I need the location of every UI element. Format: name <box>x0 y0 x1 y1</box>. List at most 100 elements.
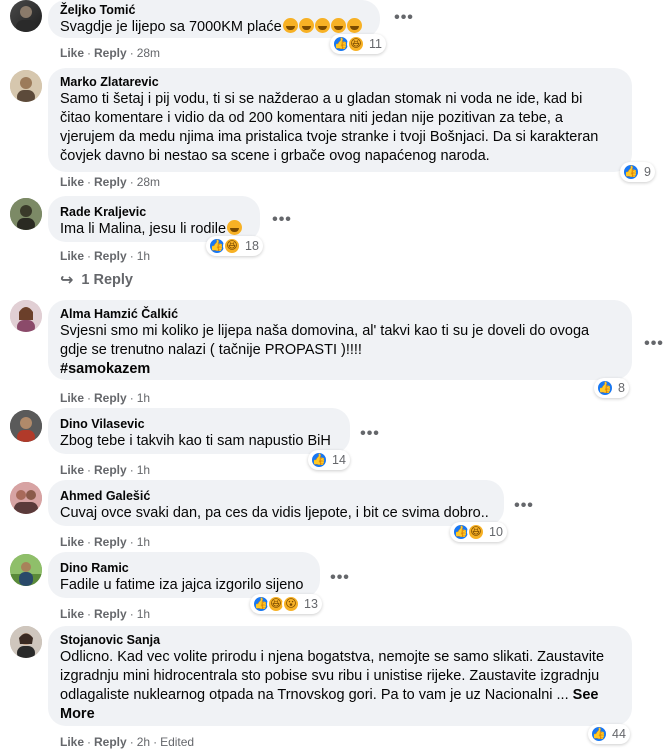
grin-sweat-emoji-icon <box>227 220 243 235</box>
avatar[interactable] <box>10 410 42 442</box>
more-options-icon[interactable]: ••• <box>326 568 354 588</box>
reaction-summary[interactable]: 👍 8 <box>594 378 629 398</box>
reply-link[interactable]: Reply <box>94 175 127 189</box>
like-link[interactable]: Like <box>60 607 84 621</box>
comment-bubble: Dino Vilasevic Zbog tebe i takvih kao ti… <box>48 408 350 454</box>
rofl-emoji-icon <box>314 18 330 33</box>
comment-author[interactable]: Dino Ramic <box>60 560 308 576</box>
hashtag-link[interactable]: #samokazem <box>60 360 620 379</box>
separator: · <box>87 46 92 60</box>
reaction-count: 10 <box>489 525 503 539</box>
avatar[interactable] <box>10 554 42 586</box>
like-link[interactable]: Like <box>60 175 84 189</box>
like-reaction-icon: 👍 <box>622 163 640 181</box>
separator: · <box>87 535 92 549</box>
more-options-icon[interactable]: ••• <box>390 8 418 28</box>
separator: · <box>129 535 134 549</box>
comment-author[interactable]: Alma Hamzić Čalkić <box>60 306 620 322</box>
reply-link[interactable]: Reply <box>94 535 127 549</box>
comment-text: Svagdje je lijepo sa 7000KM plaće <box>60 18 368 37</box>
comment-text-line: vjerujem da medu njima ima pristalica tv… <box>60 129 599 145</box>
more-options-icon[interactable]: ••• <box>640 334 664 354</box>
comment-bubble: Alma Hamzić Čalkić Svjesni smo mi koliko… <box>48 300 632 380</box>
comment-author[interactable]: Ahmed Galešić <box>60 488 492 504</box>
like-link[interactable]: Like <box>60 391 84 405</box>
more-options-icon[interactable]: ••• <box>356 424 384 444</box>
comment-time[interactable]: 2h <box>137 735 150 749</box>
reply-link[interactable]: Reply <box>94 391 127 405</box>
comment-time[interactable]: 1h <box>137 463 150 477</box>
comment-text-body: odlagaliste nuklearnog otpada na Trnovsk… <box>60 687 569 703</box>
comment-text-line: gdje se trenutno nalazi ( tačnije PROPAS… <box>60 342 362 358</box>
more-options-icon[interactable]: ••• <box>268 210 296 230</box>
avatar-image <box>16 6 36 32</box>
comment-author[interactable]: Stojanovic Sanja <box>60 632 620 648</box>
view-replies-label: 1 Reply <box>81 272 133 288</box>
reply-link[interactable]: Reply <box>94 46 127 60</box>
like-link[interactable]: Like <box>60 46 84 60</box>
comment-actions: Like · Reply · 1h <box>60 534 150 550</box>
reply-link[interactable]: Reply <box>94 735 127 749</box>
reaction-summary[interactable]: 👍 44 <box>588 724 630 744</box>
comment-time[interactable]: 1h <box>137 607 150 621</box>
comment-bubble: Stojanovic Sanja Odlicno. Kad vec volite… <box>48 626 632 726</box>
reaction-summary[interactable]: 👍 😆 11 <box>330 34 386 54</box>
reaction-summary[interactable]: 👍 😆 18 <box>206 236 263 256</box>
comment-time[interactable]: 1h <box>137 249 150 263</box>
comment-time[interactable]: 28m <box>137 175 160 189</box>
separator: · <box>129 46 134 60</box>
comment-actions: Like · Reply · 28m <box>60 174 160 190</box>
like-reaction-icon: 👍 <box>310 451 328 469</box>
reaction-summary[interactable]: 👍 😆 10 <box>450 522 507 542</box>
like-link[interactable]: Like <box>60 735 84 749</box>
comment-author[interactable]: Željko Tomić <box>60 2 368 18</box>
comment-author[interactable]: Dino Vilasevic <box>60 416 338 432</box>
separator: · <box>87 735 92 749</box>
comment-author[interactable]: Marko Zlatarevic <box>60 74 620 90</box>
comment-actions: Like · Reply · 28m <box>60 45 160 61</box>
avatar[interactable] <box>10 198 42 230</box>
rofl-emoji-icon <box>298 18 314 33</box>
reply-link[interactable]: Reply <box>94 249 127 263</box>
reaction-count: 18 <box>245 239 259 253</box>
like-link[interactable]: Like <box>60 535 84 549</box>
rofl-emoji-icon <box>346 18 362 33</box>
comment-text-line: Odlicno. Kad vec volite prirodu i njena … <box>60 649 605 665</box>
reaction-summary[interactable]: 👍 9 <box>620 162 655 182</box>
comment-text-body: Ima li Malina, jesu li rodile <box>60 221 227 237</box>
avatar[interactable] <box>10 300 42 332</box>
avatar-image <box>10 410 42 442</box>
haha-reaction-icon: 😆 <box>347 35 365 53</box>
reply-link[interactable]: Reply <box>94 463 127 477</box>
haha-reaction-icon: 😆 <box>223 237 241 255</box>
view-replies-link[interactable]: ↪ 1 Reply <box>60 270 133 290</box>
comment-author[interactable]: Rade Kraljevic <box>60 204 248 220</box>
avatar[interactable] <box>10 626 42 658</box>
comment-actions: Like · Reply · 1h <box>60 462 150 478</box>
comment-time[interactable]: 1h <box>137 391 150 405</box>
separator: · <box>87 175 92 189</box>
comment-text: Cuvaj ovce svaki dan, pa ces da vidis lj… <box>60 505 489 521</box>
separator: · <box>129 175 134 189</box>
reaction-summary[interactable]: 👍 14 <box>308 450 350 470</box>
avatar[interactable] <box>10 0 42 32</box>
reaction-count: 9 <box>644 165 651 179</box>
reaction-summary[interactable]: 👍 😆 😮 13 <box>250 594 322 614</box>
rofl-emoji-icon <box>282 18 298 33</box>
comment-actions: Like · Reply · 1h <box>60 606 150 622</box>
more-options-icon[interactable]: ••• <box>510 496 538 516</box>
avatar[interactable] <box>10 482 42 514</box>
separator: · <box>87 391 92 405</box>
comment-text-line: čovjek davno bi nestao sa scene i grbače… <box>60 148 490 164</box>
reaction-count: 11 <box>369 37 382 51</box>
comment-time[interactable]: 28m <box>137 46 160 60</box>
comment-actions: Like · Reply · 1h <box>60 248 150 264</box>
comment-time[interactable]: 1h <box>137 535 150 549</box>
avatar[interactable] <box>10 70 42 102</box>
like-link[interactable]: Like <box>60 249 84 263</box>
avatar-image <box>10 482 42 514</box>
reaction-count: 8 <box>618 381 625 395</box>
avatar-image <box>10 300 42 332</box>
like-link[interactable]: Like <box>60 463 84 477</box>
reply-link[interactable]: Reply <box>94 607 127 621</box>
